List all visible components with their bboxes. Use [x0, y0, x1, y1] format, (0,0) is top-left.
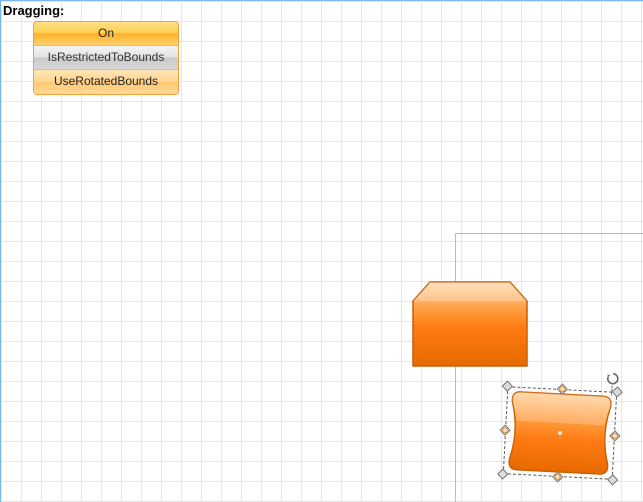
diagram-canvas[interactable]: Dragging: On IsRestrictedToBounds UseRot…: [0, 0, 643, 502]
option-label: IsRestrictedToBounds: [48, 50, 165, 64]
resize-handle-ne[interactable]: [612, 386, 623, 397]
shape-cutcorner[interactable]: [412, 281, 528, 367]
shape-cutcorner-graphic: [412, 281, 528, 367]
option-isrestrictedtobounds-button[interactable]: IsRestrictedToBounds: [34, 46, 178, 70]
option-label: UseRotatedBounds: [54, 74, 158, 88]
option-on-button[interactable]: On: [34, 22, 178, 46]
resize-handle-se[interactable]: [607, 474, 618, 485]
panel-title: Dragging:: [3, 3, 64, 18]
option-userotatedbounds-button[interactable]: UseRotatedBounds: [34, 70, 178, 94]
dragging-options-panel: On IsRestrictedToBounds UseRotatedBounds: [33, 21, 179, 95]
option-label: On: [98, 26, 114, 40]
rotate-handle-icon[interactable]: [606, 371, 621, 386]
shape-cylinder-selected[interactable]: [503, 386, 617, 480]
